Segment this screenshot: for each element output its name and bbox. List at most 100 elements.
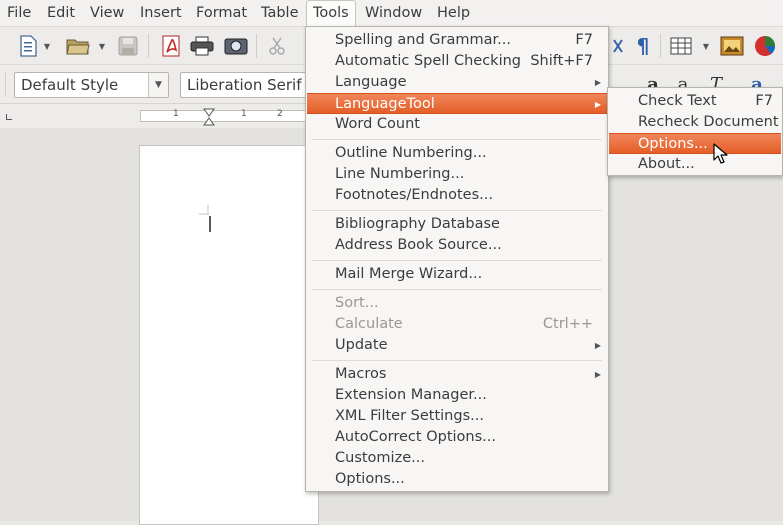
- paragraph-style-value: Default Style: [21, 76, 119, 94]
- menu-item-shortcut: F7: [575, 32, 593, 48]
- menu-item-label: Options...: [335, 471, 405, 487]
- insert-table-button[interactable]: [668, 33, 694, 59]
- insert-image-button[interactable]: [719, 33, 745, 59]
- menu-insert-label: Insert: [140, 5, 182, 21]
- menu-item-footnotes[interactable]: Footnotes/Endnotes...: [307, 185, 607, 206]
- menu-insert[interactable]: Insert: [134, 0, 188, 27]
- menu-item-label: Options...: [638, 136, 708, 152]
- save-button[interactable]: [115, 33, 141, 59]
- ruler-tick-label: 1: [241, 109, 247, 119]
- save-icon: [118, 36, 138, 56]
- open-button[interactable]: [65, 33, 91, 59]
- paragraph-style-dropdown[interactable]: ▼: [148, 73, 168, 97]
- menu-item-label: Language: [335, 74, 407, 90]
- menu-separator: [312, 210, 602, 211]
- submenu-arrow-icon: ▶: [594, 341, 601, 350]
- menu-item-word-count[interactable]: Word Count: [307, 114, 607, 135]
- tools-menu: Spelling and Grammar... F7 Automatic Spel…: [305, 26, 609, 492]
- menu-item-label: Outline Numbering...: [335, 145, 487, 161]
- new-dropdown-arrow[interactable]: ▼: [43, 42, 51, 51]
- table-icon: [670, 37, 692, 55]
- menu-separator: [312, 289, 602, 290]
- menu-item-spelling-grammar[interactable]: Spelling and Grammar... F7: [307, 30, 607, 51]
- menu-item-shortcut: F7: [755, 93, 773, 109]
- submenu-item-recheck-document[interactable]: Recheck Document: [609, 112, 781, 133]
- menu-table[interactable]: Table: [255, 0, 305, 27]
- menu-file[interactable]: File: [1, 0, 37, 27]
- menu-item-xml-filter[interactable]: XML Filter Settings...: [307, 406, 607, 427]
- submenu-item-options[interactable]: Options...: [609, 133, 781, 154]
- document-page[interactable]: [139, 145, 319, 525]
- paragraph-style-combo[interactable]: Default Style ▼: [14, 72, 169, 98]
- menu-item-update[interactable]: Update ▶: [307, 335, 607, 356]
- pdf-icon: [162, 35, 180, 57]
- menu-item-customize[interactable]: Customize...: [307, 448, 607, 469]
- menubar: File Edit View Insert Format Table Tools…: [0, 0, 783, 27]
- export-pdf-button[interactable]: [158, 33, 184, 59]
- ruler-tick-label: 1: [173, 109, 179, 119]
- menu-item-line-numbering[interactable]: Line Numbering...: [307, 164, 607, 185]
- menu-item-label: XML Filter Settings...: [335, 408, 484, 424]
- toolbar-separator: [148, 34, 149, 58]
- menu-item-autocorrect[interactable]: AutoCorrect Options...: [307, 427, 607, 448]
- menu-item-mail-merge[interactable]: Mail Merge Wizard...: [307, 264, 607, 285]
- scissors-icon: [269, 37, 285, 55]
- ruler-strip: 1 1 2: [140, 108, 310, 126]
- menu-item-languagetool[interactable]: LanguageTool ▶: [307, 93, 607, 114]
- menu-item-label: LanguageTool: [335, 96, 435, 112]
- pilcrow-icon: ¶: [636, 34, 650, 58]
- mouse-pointer-icon: [713, 143, 728, 164]
- submenu-item-about[interactable]: About...: [609, 154, 781, 175]
- menu-tools[interactable]: Tools: [306, 0, 356, 27]
- chevron-down-icon: ▼: [155, 80, 162, 90]
- print-button[interactable]: [189, 33, 215, 59]
- menu-separator: [312, 260, 602, 261]
- menu-format[interactable]: Format: [190, 0, 253, 27]
- menu-item-sort[interactable]: Sort...: [307, 293, 607, 314]
- menu-table-label: Table: [261, 5, 299, 21]
- menu-item-shortcut: Ctrl++: [542, 316, 593, 332]
- menu-item-options[interactable]: Options...: [307, 469, 607, 490]
- formatting-marks-button[interactable]: ¶: [630, 33, 656, 59]
- menu-item-auto-spellcheck[interactable]: Automatic Spell Checking Shift+F7: [307, 51, 607, 72]
- menu-item-label: Update: [335, 337, 388, 353]
- menu-edit-label: Edit: [47, 5, 76, 21]
- font-name-combo[interactable]: Liberation Serif: [180, 72, 306, 98]
- menu-separator: [312, 139, 602, 140]
- menu-item-calculate[interactable]: Calculate Ctrl++: [307, 314, 607, 335]
- new-document-button[interactable]: [15, 33, 41, 59]
- menu-item-extension-manager[interactable]: Extension Manager...: [307, 385, 607, 406]
- table-dropdown-arrow[interactable]: ▼: [702, 42, 710, 51]
- menu-help[interactable]: Help: [431, 0, 476, 27]
- submenu-arrow-icon: ▶: [594, 370, 601, 379]
- menu-item-label: Calculate: [335, 316, 403, 332]
- tab-stop-icon[interactable]: [6, 114, 12, 120]
- menu-item-label: Recheck Document: [638, 114, 779, 130]
- menu-item-label: Automatic Spell Checking: [335, 53, 521, 69]
- folder-open-icon: [66, 39, 90, 55]
- menu-view[interactable]: View: [84, 0, 130, 27]
- menu-item-label: AutoCorrect Options...: [335, 429, 496, 445]
- menu-separator: [312, 360, 602, 361]
- font-name-value: Liberation Serif: [187, 76, 302, 94]
- menu-item-macros[interactable]: Macros ▶: [307, 364, 607, 385]
- insert-chart-button[interactable]: [752, 33, 778, 59]
- menu-item-language[interactable]: Language ▶: [307, 72, 607, 93]
- menu-item-shortcut: Shift+F7: [530, 53, 593, 69]
- menu-item-label: About...: [638, 156, 695, 172]
- submenu-item-check-text[interactable]: Check Text F7: [609, 91, 781, 112]
- menu-item-bibliography[interactable]: Bibliography Database: [307, 214, 607, 235]
- menu-item-address-book[interactable]: Address Book Source...: [307, 235, 607, 256]
- menu-window[interactable]: Window: [359, 0, 428, 27]
- menu-item-label: Extension Manager...: [335, 387, 487, 403]
- menu-edit[interactable]: Edit: [41, 0, 81, 27]
- open-dropdown-arrow[interactable]: ▼: [98, 42, 106, 51]
- menu-view-label: View: [90, 5, 125, 21]
- indent-marker-icon[interactable]: [203, 108, 215, 126]
- chart-icon: [755, 36, 775, 56]
- print-preview-button[interactable]: [223, 33, 249, 59]
- cut-button[interactable]: [264, 33, 290, 59]
- menu-item-outline-numbering[interactable]: Outline Numbering...: [307, 143, 607, 164]
- strike-icon: [613, 39, 623, 53]
- printer-icon: [190, 36, 214, 56]
